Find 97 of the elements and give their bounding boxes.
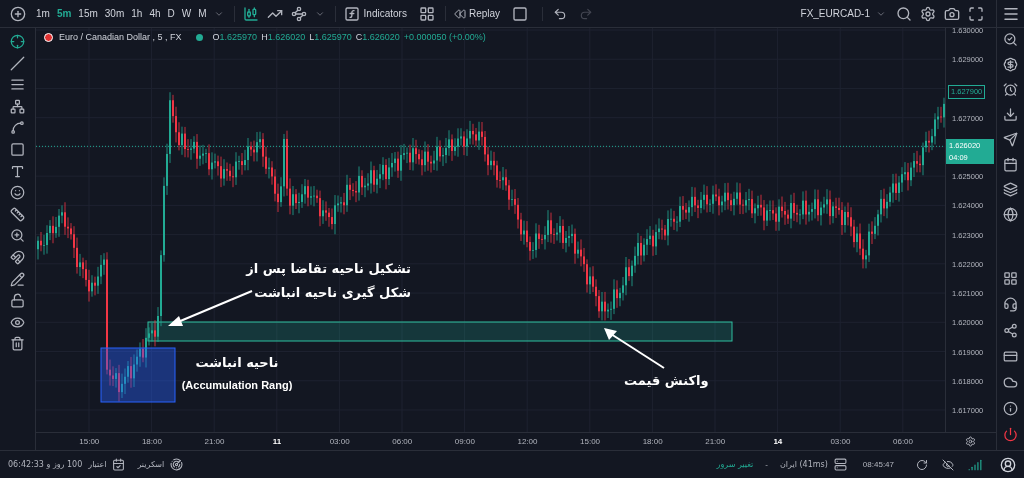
ohlc-value: 1.625970 [314, 31, 352, 44]
headset-icon[interactable] [1003, 297, 1018, 312]
curve-icon[interactable] [10, 120, 25, 136]
annotation-text: تشکیل ناحیه تقاضا پس از شکل گیری ناحیه انباشت [244, 260, 411, 302]
cloud-icon[interactable] [1003, 375, 1018, 390]
timeframe-tab[interactable]: 1h [131, 6, 143, 21]
timeframe-tab[interactable]: M [198, 6, 207, 21]
ruler-icon[interactable] [10, 206, 25, 222]
annotation-text: ناحیه انباشت [195, 354, 279, 372]
ohlc-label: O [212, 31, 220, 44]
change-value: +0.000050 (+0.00%) [403, 31, 486, 44]
avatar-icon[interactable] [1000, 456, 1016, 473]
calendar-icon[interactable] [1003, 157, 1018, 172]
trend-line-icon[interactable] [10, 55, 25, 71]
text-icon[interactable] [10, 163, 25, 179]
time-label: 21:00 [704, 435, 727, 448]
timeframe-tab[interactable]: 5m [56, 6, 72, 21]
camera-icon[interactable] [944, 5, 960, 22]
time-label: 06:00 [892, 435, 915, 448]
grid-icon[interactable] [1003, 271, 1018, 286]
lines-icon[interactable] [10, 77, 25, 93]
timeframe-tab[interactable]: 15m [78, 6, 98, 21]
time-label: 18:00 [140, 435, 163, 448]
ohlc-value: 1.626020 [362, 31, 400, 44]
eye-off-icon[interactable] [942, 458, 954, 471]
replay-button[interactable]: Replay [444, 6, 501, 21]
power-icon[interactable] [1003, 427, 1018, 442]
ohlc-label: C [355, 31, 363, 44]
timeframe-tab[interactable]: 1m [36, 6, 50, 21]
arrow [604, 328, 665, 369]
timeframe-tab[interactable]: D [167, 6, 175, 21]
server-change-link[interactable]: تغییر سرور [716, 458, 754, 471]
info-icon[interactable] [1003, 401, 1018, 416]
timeframe-tab[interactable]: W [181, 6, 192, 21]
eye-icon[interactable] [10, 314, 25, 330]
credit-label: اعتبار [88, 458, 107, 471]
time-label: 03:00 [829, 435, 852, 448]
dollar-icon[interactable] [1003, 57, 1018, 72]
time-label: 18:00 [641, 435, 664, 448]
settings-icon[interactable] [920, 5, 936, 22]
separator-text: - [765, 458, 768, 471]
settings-icon[interactable] [965, 436, 976, 447]
smiley-icon[interactable] [10, 185, 25, 201]
time-label: 03:00 [328, 435, 351, 448]
time-label: 11 [271, 435, 283, 448]
clock: 08:45:47 [862, 458, 894, 471]
search-icon[interactable] [1003, 32, 1018, 47]
credit-time: 100 روز و 06:42:33 [8, 458, 83, 471]
timeframe-tab[interactable]: 30m [104, 6, 125, 21]
undo-icon[interactable] [553, 6, 568, 21]
unlock-icon[interactable] [10, 293, 25, 309]
globe-icon[interactable] [1003, 207, 1018, 222]
ohlc-value: 1.626020 [267, 31, 306, 44]
time-label: 09:00 [453, 435, 476, 448]
nodes-icon[interactable] [10, 98, 25, 114]
calendar-icon[interactable] [112, 458, 126, 471]
refresh-icon[interactable] [916, 458, 928, 471]
candlestick-icon[interactable] [242, 5, 259, 22]
fullscreen-icon[interactable] [968, 5, 984, 22]
ohlc-label: L [309, 31, 315, 44]
annotation-text: واکنش قیمت [624, 372, 709, 390]
search-icon[interactable] [896, 5, 912, 22]
screener-button[interactable]: اسکرینر [137, 458, 184, 471]
add-icon[interactable] [10, 5, 26, 22]
magnet-icon[interactable] [10, 249, 25, 265]
signal-icon[interactable] [968, 457, 982, 472]
time-label: 21:00 [203, 435, 226, 448]
function-icon [343, 5, 360, 22]
templates-icon[interactable] [418, 5, 435, 22]
time-label: 12:00 [516, 435, 539, 448]
square-icon[interactable] [512, 5, 529, 22]
server-name: ایران (41ms) [779, 458, 828, 471]
symbol-title: Euro / Canadian Dollar , 5 , FX [59, 31, 182, 44]
radar-icon [170, 458, 184, 471]
alarm-icon[interactable] [1003, 82, 1018, 97]
rewind-icon [453, 7, 466, 20]
time-label: 15:00 [78, 435, 101, 448]
share-icon[interactable] [1003, 323, 1018, 338]
server-icon[interactable] [833, 458, 847, 471]
symbol-selector[interactable]: FX_EURCAD-1 [800, 6, 886, 21]
time-label: 14 [772, 435, 784, 448]
zoom-in-icon[interactable] [10, 228, 25, 244]
time-label: 15:00 [579, 435, 602, 448]
timeframe-tab[interactable]: 4h [149, 6, 161, 21]
rectangle-icon[interactable] [10, 141, 25, 157]
ohlc-label: H [261, 31, 268, 44]
crosshair-icon[interactable] [10, 34, 25, 49]
trash-icon[interactable] [10, 336, 25, 352]
indicators-button[interactable]: Indicators [334, 5, 407, 22]
ohlc-value: 1.625970 [219, 31, 258, 44]
card-icon[interactable] [1003, 349, 1018, 364]
download-icon[interactable] [1003, 107, 1018, 122]
annotation-text: (Accumulation Rang) [181, 377, 293, 393]
layers-icon[interactable] [1003, 182, 1018, 197]
pencil-icon[interactable] [10, 271, 25, 287]
send-icon[interactable] [1003, 132, 1018, 147]
time-label: 06:00 [391, 435, 414, 448]
